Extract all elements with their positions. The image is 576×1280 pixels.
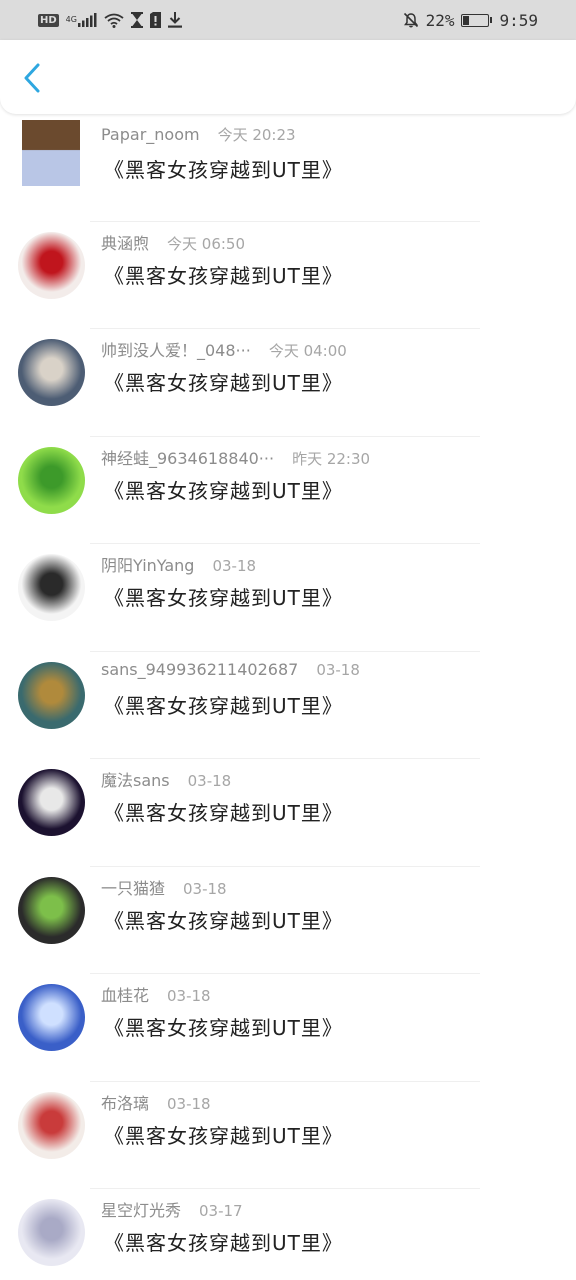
- username[interactable]: 魔法sans: [101, 767, 170, 791]
- comment-text: 《黑客女孩穿越到UT里》: [104, 158, 343, 182]
- comment-time: 03-18: [212, 557, 257, 575]
- comment-meta: 阴阳YinYang 03-18: [101, 552, 256, 576]
- comment-meta: 典涵煦 今天 06:50: [101, 230, 245, 254]
- mute-bell-icon: [403, 12, 419, 28]
- username[interactable]: 血桂花: [101, 982, 149, 1006]
- user-avatar[interactable]: [18, 339, 85, 406]
- comment-list-item[interactable]: 魔法sans 03-18 《黑客女孩穿越到UT里》: [0, 759, 576, 867]
- username[interactable]: 神经蛙_9634618840···: [101, 445, 274, 469]
- comment-meta: Papar_noom 今天 20:23: [101, 124, 296, 145]
- user-avatar[interactable]: [18, 231, 85, 299]
- comment-text: 《黑客女孩穿越到UT里》: [104, 586, 343, 610]
- username[interactable]: Papar_noom: [101, 125, 200, 144]
- user-avatar[interactable]: [18, 1091, 85, 1159]
- comment-meta: 血桂花 03-18: [101, 982, 211, 1006]
- username[interactable]: 星空灯光秀: [101, 1197, 181, 1221]
- comment-list-item[interactable]: 神经蛙_9634618840··· 昨天 22:30 《黑客女孩穿越到UT里》: [0, 437, 576, 544]
- status-bar: HD 4G 22% 9:59: [0, 0, 576, 40]
- comment-meta: 星空灯光秀 03-17: [101, 1197, 243, 1221]
- comment-meta: 神经蛙_9634618840··· 昨天 22:30: [101, 445, 370, 469]
- comment-text: 《黑客女孩穿越到UT里》: [104, 371, 343, 395]
- comment-text: 《黑客女孩穿越到UT里》: [104, 263, 343, 288]
- battery-icon: [461, 13, 493, 27]
- comment-list-item[interactable]: 帅到没人爱！_048··· 今天 04:00 《黑客女孩穿越到UT里》: [0, 329, 576, 437]
- comment-list-item[interactable]: 星空灯光秀 03-17 《黑客女孩穿越到UT里》: [0, 1189, 576, 1280]
- username[interactable]: 典涵煦: [101, 230, 149, 254]
- comment-text: 《黑客女孩穿越到UT里》: [104, 801, 343, 825]
- nav-bar: [0, 40, 576, 114]
- username[interactable]: 一只猫猹: [101, 875, 165, 899]
- status-bar-left: HD 4G: [38, 12, 182, 28]
- username[interactable]: 阴阳YinYang: [101, 552, 194, 576]
- username[interactable]: 帅到没人爱！_048···: [101, 337, 251, 361]
- comment-meta: 布洛璃 03-18: [101, 1090, 211, 1114]
- status-bar-right: 22% 9:59: [403, 11, 538, 30]
- comment-text: 《黑客女孩穿越到UT里》: [104, 693, 343, 718]
- comment-list-item[interactable]: Papar_noom 今天 20:23 《黑客女孩穿越到UT里》: [0, 114, 576, 222]
- sim-icon: [149, 12, 161, 28]
- comment-list-item[interactable]: sans_949936211402687 03-18 《黑客女孩穿越到UT里》: [0, 652, 576, 759]
- comment-list-item[interactable]: 典涵煦 今天 06:50 《黑客女孩穿越到UT里》: [0, 222, 576, 329]
- comment-list-item[interactable]: 一只猫猹 03-18 《黑客女孩穿越到UT里》: [0, 867, 576, 974]
- user-avatar[interactable]: [18, 1199, 85, 1266]
- wifi-icon: [104, 13, 124, 28]
- user-avatar[interactable]: [18, 446, 85, 514]
- clock: 9:59: [499, 10, 538, 30]
- signal-4g-icon: 4G: [66, 13, 97, 27]
- comment-time: 昨天 22:30: [292, 449, 371, 468]
- comment-meta: 帅到没人爱！_048··· 今天 04:00: [101, 337, 347, 361]
- comment-time: 03-18: [167, 987, 211, 1005]
- battery-fill: [463, 15, 470, 25]
- comment-time: 03-18: [183, 879, 227, 898]
- comment-time: 今天 06:50: [167, 234, 246, 253]
- hd-badge: HD: [38, 13, 59, 27]
- battery-percent: 22%: [425, 10, 455, 30]
- comment-time: 今天 04:00: [268, 342, 347, 360]
- user-avatar[interactable]: [18, 984, 85, 1051]
- comment-time: 今天 20:23: [217, 126, 296, 144]
- comment-text: 《黑客女孩穿越到UT里》: [104, 1231, 343, 1255]
- comment-time: 03-18: [167, 1094, 211, 1113]
- network-label: 4G: [65, 15, 77, 24]
- comment-list-item[interactable]: 血桂花 03-18 《黑客女孩穿越到UT里》: [0, 974, 576, 1082]
- user-avatar[interactable]: [18, 554, 85, 621]
- user-avatar[interactable]: [22, 120, 80, 186]
- comment-time: 03-18: [187, 772, 232, 790]
- comment-meta: 一只猫猹 03-18: [101, 875, 227, 899]
- comment-list-item[interactable]: 布洛璃 03-18 《黑客女孩穿越到UT里》: [0, 1082, 576, 1189]
- comment-text: 《黑客女孩穿越到UT里》: [104, 908, 343, 933]
- hourglass-icon: [130, 12, 143, 28]
- comment-text: 《黑客女孩穿越到UT里》: [104, 1123, 343, 1148]
- comment-list: Papar_noom 今天 20:23 《黑客女孩穿越到UT里》 典涵煦 今天 06:5…: [0, 114, 576, 1280]
- chevron-left-icon: [24, 63, 40, 93]
- comment-list-item[interactable]: 阴阳YinYang 03-18 《黑客女孩穿越到UT里》: [0, 544, 576, 652]
- user-avatar[interactable]: [18, 769, 85, 836]
- user-avatar[interactable]: [18, 661, 85, 729]
- comment-text: 《黑客女孩穿越到UT里》: [104, 1016, 343, 1040]
- user-avatar[interactable]: [18, 876, 85, 944]
- comment-text: 《黑客女孩穿越到UT里》: [104, 478, 343, 503]
- back-button[interactable]: [14, 60, 50, 96]
- comment-time: 03-18: [316, 660, 360, 679]
- comment-meta: 魔法sans 03-18: [101, 767, 231, 791]
- username[interactable]: 布洛璃: [101, 1090, 149, 1114]
- comment-time: 03-17: [199, 1202, 243, 1220]
- username[interactable]: sans_949936211402687: [101, 660, 298, 679]
- comment-meta: sans_949936211402687 03-18: [101, 660, 360, 679]
- download-icon: [167, 12, 182, 28]
